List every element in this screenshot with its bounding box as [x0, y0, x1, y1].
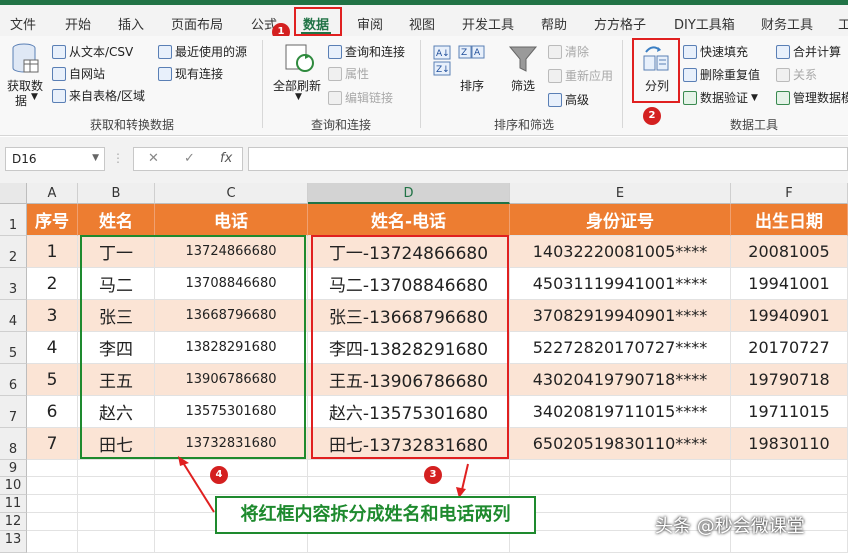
step-badge-3: 3: [424, 466, 442, 484]
watermark: 头条 @秒会微课堂: [655, 516, 805, 537]
arrow-head-4: [178, 456, 189, 466]
arrow-line-4: [181, 460, 215, 513]
step-badge-4: 4: [210, 466, 228, 484]
instruction-note: 将红框内容拆分成姓名和电话两列: [215, 496, 536, 534]
